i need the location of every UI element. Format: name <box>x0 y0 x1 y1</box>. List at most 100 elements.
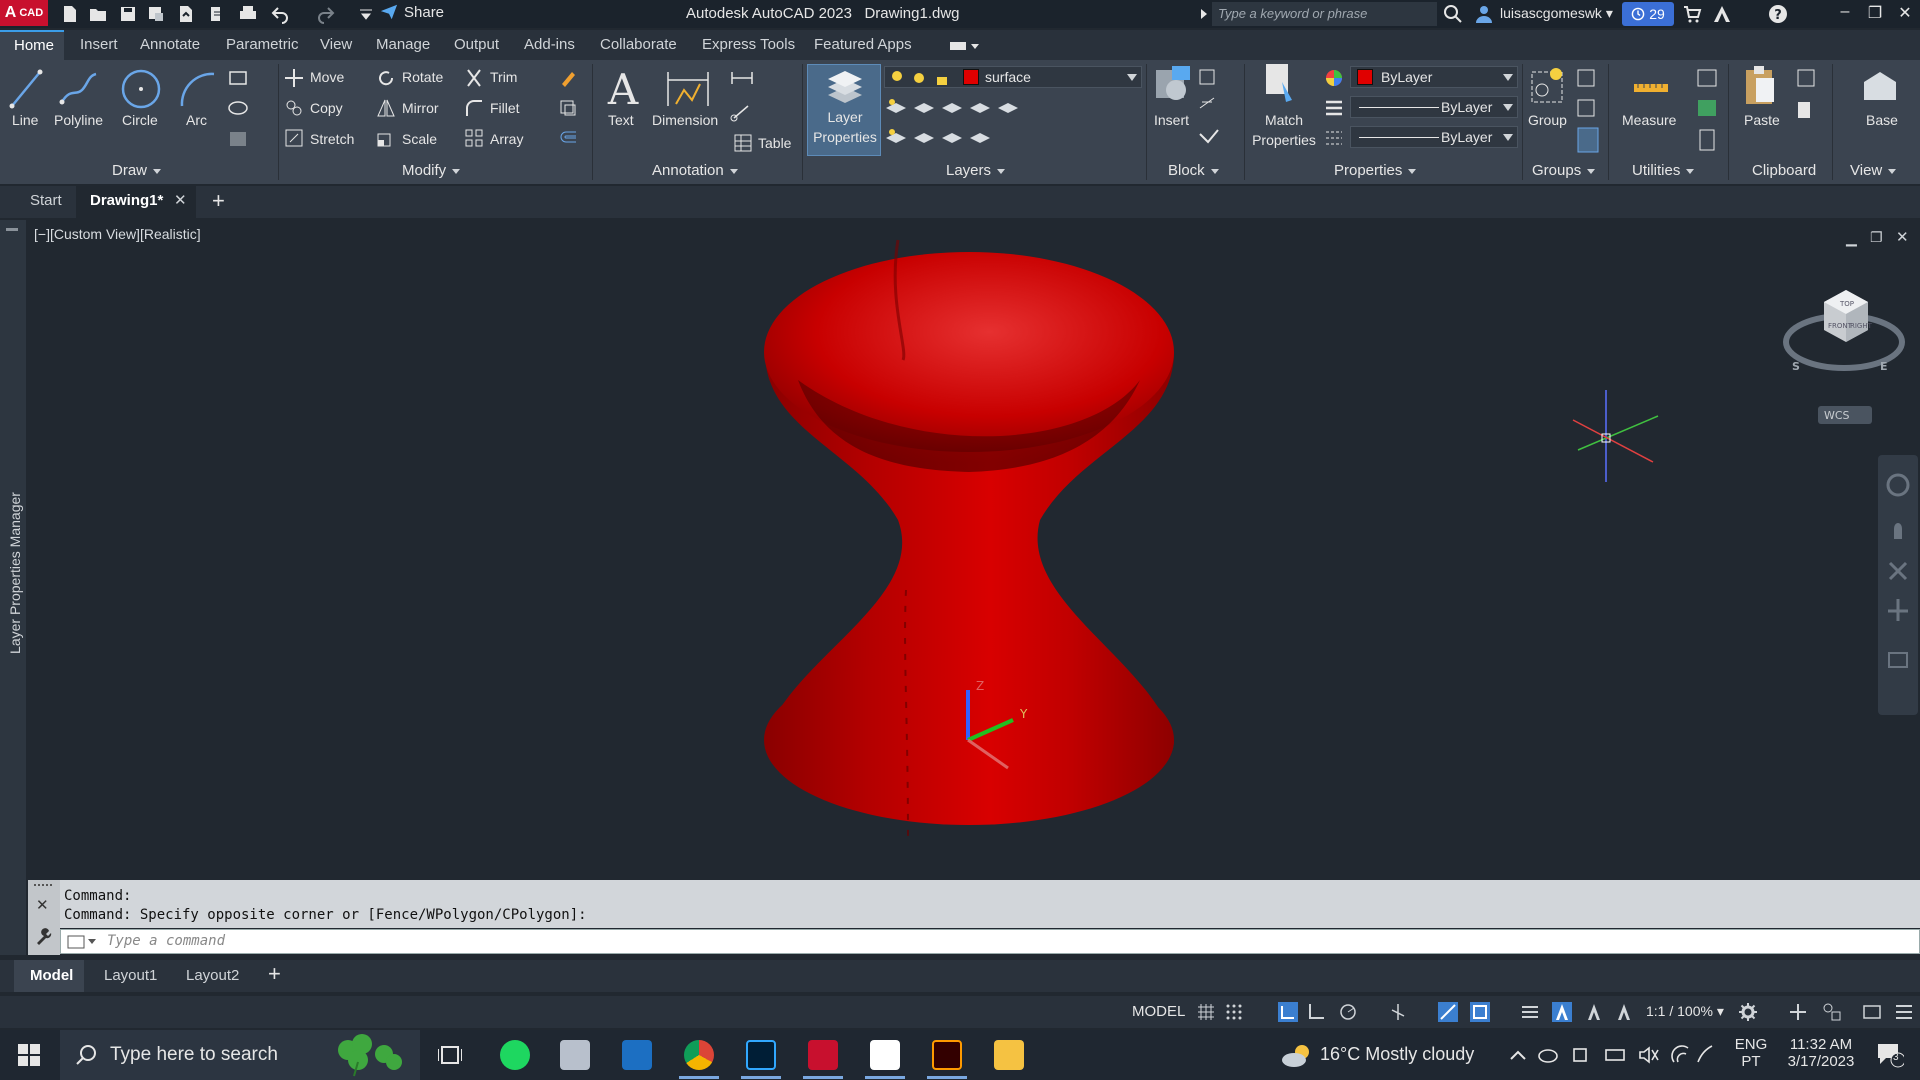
qat-customize-icon[interactable] <box>356 4 376 24</box>
dimension-icon[interactable] <box>664 66 712 110</box>
tab-drawing1[interactable]: Drawing1* ✕ <box>76 186 196 218</box>
save-as-icon[interactable] <box>146 4 166 24</box>
circle-button[interactable]: Circle <box>122 112 158 128</box>
arc-button[interactable]: Arc <box>186 112 207 128</box>
move-button[interactable]: Move <box>310 69 344 85</box>
infer-constraints-icon[interactable] <box>1278 1002 1298 1022</box>
windows-start-icon[interactable] <box>18 1044 40 1066</box>
illustrator-icon[interactable] <box>932 1040 962 1070</box>
restore-button[interactable]: ❐ <box>1860 3 1890 25</box>
clipboard-panel-title[interactable]: Clipboard <box>1752 162 1816 179</box>
input-language[interactable]: ENG PT <box>1734 1036 1768 1070</box>
open-icon[interactable] <box>88 4 108 24</box>
task-view-icon[interactable] <box>438 1044 462 1066</box>
draw-small-tools-icon[interactable] <box>228 68 268 164</box>
tab-start[interactable]: Start <box>30 192 62 209</box>
erase-icon[interactable] <box>558 68 578 88</box>
viewcube-east[interactable]: E <box>1880 360 1888 373</box>
paste-button[interactable]: Paste <box>1744 112 1780 128</box>
viewport-minimize-button[interactable]: ▁ <box>1846 230 1857 247</box>
wrench-icon[interactable] <box>34 928 52 946</box>
sketchup-icon[interactable] <box>622 1040 652 1070</box>
insert-block-icon[interactable] <box>1152 64 1196 108</box>
fillet-button[interactable]: Fillet <box>490 100 520 116</box>
tab-add-ins[interactable]: Add-ins <box>524 36 575 53</box>
save-web-icon[interactable] <box>206 4 226 24</box>
viewcube[interactable]: TOP FRONT RIGHT S E WCS <box>1783 290 1905 424</box>
nav-tools-icons[interactable] <box>1886 471 1910 701</box>
viewcube-right[interactable]: RIGHT <box>1850 322 1873 330</box>
insert-button[interactable]: Insert <box>1154 112 1189 128</box>
ribbon-minimize-icon[interactable] <box>950 40 980 52</box>
annotation-visibility-icon[interactable] <box>1552 1002 1572 1022</box>
chevron-up-icon[interactable] <box>1508 1046 1528 1064</box>
subscription-badge[interactable]: 29 <box>1622 2 1674 26</box>
annotation-panel-title[interactable]: Annotation <box>652 162 738 179</box>
table-button[interactable]: Table <box>758 135 791 151</box>
group-button[interactable]: Group <box>1528 112 1567 128</box>
offset-icon[interactable] <box>558 128 578 148</box>
line-icon[interactable] <box>6 66 46 112</box>
user-name[interactable]: luisascgomeswk ▾ <box>1500 5 1613 22</box>
undo-icon[interactable] <box>270 4 290 24</box>
measure-icon[interactable] <box>1632 72 1670 102</box>
utilities-panel-title[interactable]: Utilities <box>1632 162 1695 179</box>
object-snap-icon[interactable] <box>1470 1002 1490 1022</box>
array-button[interactable]: Array <box>490 131 523 147</box>
circle-icon[interactable] <box>118 66 164 112</box>
groups-panel-title[interactable]: Groups <box>1532 162 1596 179</box>
recent-commands-icon[interactable] <box>67 934 97 950</box>
tab-featured-apps[interactable]: Featured Apps <box>814 36 912 53</box>
file-explorer-icon[interactable] <box>994 1040 1024 1070</box>
draw-panel-title[interactable]: Draw <box>112 162 162 179</box>
command-close-icon[interactable]: ✕ <box>36 896 49 914</box>
plot-icon[interactable] <box>238 4 258 24</box>
clock[interactable]: 11:32 AM 3/17/2023 <box>1776 1036 1866 1070</box>
close-tab-icon[interactable]: ✕ <box>174 191 187 209</box>
viewcube-south[interactable]: S <box>1792 360 1800 373</box>
polar-tracking-icon[interactable] <box>1338 1002 1358 1022</box>
grid-icon[interactable] <box>1196 1002 1216 1022</box>
tab-annotate[interactable]: Annotate <box>140 36 200 53</box>
notion-icon[interactable] <box>870 1040 900 1070</box>
share-button[interactable]: Share <box>380 3 444 21</box>
plus-icon[interactable] <box>1788 1002 1808 1022</box>
isodraft-icon[interactable] <box>1388 1002 1408 1022</box>
spotify-icon[interactable] <box>500 1040 530 1070</box>
autoscale-icon[interactable] <box>1584 1002 1604 1022</box>
close-button[interactable]: ✕ <box>1890 3 1920 25</box>
lineweight-display-icon[interactable] <box>1520 1002 1540 1022</box>
annotation-scale-icon[interactable] <box>1614 1002 1634 1022</box>
tab-insert[interactable]: Insert <box>80 36 118 53</box>
taskbar-search[interactable]: Type here to search <box>60 1030 420 1080</box>
wcs-menu[interactable]: WCS <box>1824 409 1850 422</box>
viewport-restore-button[interactable]: ❐ <box>1870 229 1883 246</box>
line-button[interactable]: Line <box>12 112 38 128</box>
group-icon[interactable] <box>1528 64 1568 108</box>
text-icon[interactable]: A <box>604 66 642 110</box>
system-tray-icons[interactable] <box>1538 1044 1718 1066</box>
tab-home[interactable]: Home <box>0 30 64 60</box>
mirror-button[interactable]: Mirror <box>402 100 439 116</box>
object-snap-tracking-icon[interactable] <box>1438 1002 1458 1022</box>
customization-menu-icon[interactable] <box>1894 1002 1914 1022</box>
polyline-button[interactable]: Polyline <box>54 112 103 128</box>
tab-collaborate[interactable]: Collaborate <box>600 36 677 53</box>
view-panel-title[interactable]: View <box>1850 162 1897 179</box>
user-icon[interactable] <box>1474 4 1494 24</box>
autocad-logo[interactable]: A CAD <box>0 0 48 26</box>
linetype-dropdown[interactable]: ByLayer <box>1350 96 1518 118</box>
model-space-canvas[interactable]: Z Y TOP FRONT RIGHT S E WCS <box>28 220 1920 876</box>
block-tools-icons[interactable] <box>1198 68 1238 158</box>
viewcube-top[interactable]: TOP <box>1839 300 1854 308</box>
tab-parametric[interactable]: Parametric <box>226 36 299 53</box>
notification-icon[interactable] <box>1876 1042 1904 1068</box>
weather-text[interactable]: 16°C Mostly cloudy <box>1320 1044 1474 1065</box>
redo-icon[interactable] <box>316 4 336 24</box>
polyline-icon[interactable] <box>56 66 102 112</box>
viewport-close-button[interactable]: ✕ <box>1896 228 1909 246</box>
tab-view[interactable]: View <box>320 36 352 53</box>
new-layout-button[interactable]: + <box>268 961 281 987</box>
new-tab-button[interactable]: + <box>212 188 225 214</box>
model-space-toggle[interactable]: MODEL <box>1132 1003 1185 1020</box>
